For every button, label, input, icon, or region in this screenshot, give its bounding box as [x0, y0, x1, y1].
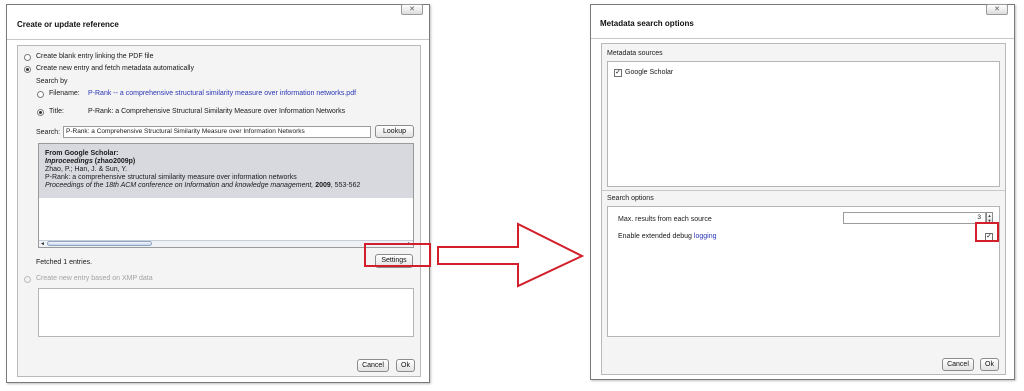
options-panel: Create blank entry linking the PDF file …: [17, 45, 421, 377]
horizontal-scrollbar[interactable]: ◄ ►: [39, 240, 413, 247]
option-fetch-radio[interactable]: [24, 66, 31, 73]
option-blank-radio[interactable]: [24, 54, 31, 61]
options-panel: Metadata sources ✓ Google Scholar Search…: [601, 43, 1006, 375]
search-label: Search:: [36, 129, 61, 136]
result-entry-type: Inproceedings: [45, 158, 93, 165]
status-text: Fetched 1 entries.: [36, 259, 93, 266]
result-venue: Proceedings of the 18th ACM conference o…: [45, 182, 314, 189]
search-options-heading: Search options: [607, 195, 654, 202]
filename-radio[interactable]: [37, 91, 44, 98]
search-options-box: Max. results from each source 3 ▲ ▼ Enab…: [607, 206, 1000, 337]
arrow-right-icon: [437, 222, 585, 288]
filename-label: Filename:: [49, 90, 80, 97]
google-scholar-label: Google Scholar: [625, 69, 674, 76]
google-scholar-checkbox[interactable]: ✓: [614, 69, 622, 77]
cancel-button[interactable]: Cancel: [357, 359, 389, 372]
sources-list: ✓ Google Scholar: [607, 61, 1000, 187]
result-authors: Zhao, P.; Han, J. & Sun, Y.: [45, 166, 128, 173]
scrollbar-thumb[interactable]: [47, 241, 152, 246]
option-blank-label: Create blank entry linking the PDF file: [36, 53, 154, 60]
debug-label-text: Enable extended debug: [618, 233, 694, 240]
close-button[interactable]: ✕: [986, 4, 1008, 15]
debug-logging-label: Enable extended debug logging: [618, 233, 716, 240]
scroll-left-arrow-icon[interactable]: ◄: [40, 241, 45, 247]
result-venue-line: Proceedings of the 18th ACM conference o…: [45, 182, 407, 190]
metadata-sources-heading: Metadata sources: [607, 50, 663, 57]
result-source: From Google Scholar:: [45, 150, 119, 157]
divider: [7, 39, 429, 40]
results-box: From Google Scholar: Inproceedings (zhao…: [38, 143, 414, 248]
max-results-label: Max. results from each source: [618, 216, 712, 223]
option-fetch-label: Create new entry and fetch metadata auto…: [36, 65, 194, 72]
debug-checkbox-highlight: [975, 222, 999, 242]
dialog-title: Create or update reference: [17, 20, 119, 29]
option-xmp-radio[interactable]: [24, 276, 31, 283]
result-title: P-Rank: a comprehensive structural simil…: [45, 174, 297, 181]
search-by-label: Search by: [36, 78, 68, 85]
result-key: (zhao2009p): [94, 158, 136, 165]
title-value: P-Rank: a Comprehensive Structural Simil…: [88, 108, 346, 115]
create-update-reference-dialog: ✕ Create or update reference Create blan…: [6, 4, 430, 383]
debug-label-link[interactable]: logging: [694, 233, 717, 240]
lookup-button[interactable]: Lookup: [375, 125, 414, 138]
title-radio[interactable]: [37, 109, 44, 116]
filename-value: P-Rank -- a comprehensive structural sim…: [88, 90, 357, 97]
result-type-line: Inproceedings (zhao2009p): [45, 158, 407, 166]
ok-button[interactable]: Ok: [396, 359, 415, 372]
result-pages: , 553-562: [330, 182, 361, 189]
divider: [591, 38, 1014, 39]
result-entry[interactable]: From Google Scholar: Inproceedings (zhao…: [39, 144, 413, 198]
option-xmp-label: Create new entry based on XMP data: [36, 275, 153, 282]
max-results-spinner[interactable]: 3: [843, 212, 986, 224]
result-year: 2009: [315, 182, 331, 189]
close-button[interactable]: ✕: [401, 4, 423, 15]
search-input[interactable]: P-Rank: a Comprehensive Structural Simil…: [63, 126, 371, 138]
title-label: Title:: [49, 108, 64, 115]
xmp-data-box: [38, 288, 414, 337]
cancel-button[interactable]: Cancel: [942, 358, 974, 371]
ok-button[interactable]: Ok: [980, 358, 999, 371]
section-divider: [602, 190, 1005, 191]
metadata-search-options-dialog: ✕ Metadata search options Metadata sourc…: [590, 4, 1015, 380]
settings-highlight: [364, 243, 431, 267]
dialog-title: Metadata search options: [600, 19, 694, 28]
